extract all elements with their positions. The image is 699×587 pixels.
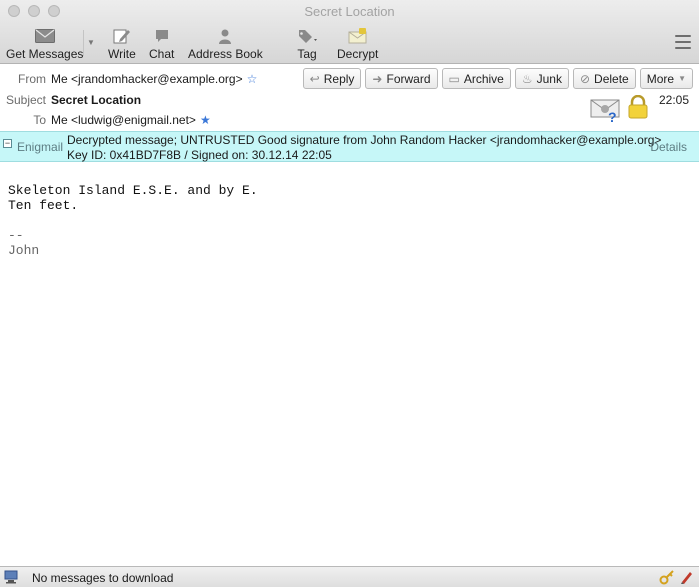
enigmail-line-1: Decrypted message; UNTRUSTED Good signat… xyxy=(67,133,662,147)
get-messages-dropdown-icon[interactable]: ▼ xyxy=(87,38,95,47)
forward-button[interactable]: ➜ Forward xyxy=(365,68,438,89)
enigmail-message: Decrypted message; UNTRUSTED Good signat… xyxy=(67,133,661,163)
reply-arrow-icon: ↩ xyxy=(309,71,320,86)
to-label: To xyxy=(33,113,46,127)
from-row: From Me <jrandomhacker@example.org> ☆ xyxy=(0,72,257,86)
from-label: From xyxy=(18,72,46,86)
flame-icon: ♨ xyxy=(521,71,533,86)
svg-text:?: ? xyxy=(608,109,617,123)
status-bar: No messages to download xyxy=(0,566,699,587)
address-book-label: Address Book xyxy=(188,47,263,61)
chat-label: Chat xyxy=(149,47,175,61)
decrypt-label: Decrypt xyxy=(337,47,379,61)
tag-button[interactable]: Tag xyxy=(296,24,318,62)
forward-arrow-icon: ➜ xyxy=(372,71,383,86)
from-value[interactable]: Me <jrandomhacker@example.org> xyxy=(51,72,243,86)
to-value[interactable]: Me <ludwig@enigmail.net> xyxy=(51,113,196,127)
body-line: Ten feet. xyxy=(8,198,79,213)
pen-sign-icon[interactable] xyxy=(679,569,695,585)
message-time: 22:05 xyxy=(659,93,690,107)
archive-button[interactable]: ▭ Archive xyxy=(441,68,511,89)
junk-label: Junk xyxy=(536,71,562,86)
get-messages-label: Get Messages xyxy=(6,47,84,61)
chevron-down-icon: ▼ xyxy=(678,74,686,83)
toolbar-separator xyxy=(83,30,84,56)
person-icon xyxy=(214,27,236,45)
delete-label: Delete xyxy=(594,71,629,86)
network-computer-icon[interactable] xyxy=(4,570,20,584)
to-row: To Me <ludwig@enigmail.net> ★ xyxy=(0,113,211,127)
address-book-button[interactable]: Address Book xyxy=(188,24,263,62)
get-messages-button[interactable]: Get Messages xyxy=(6,24,83,62)
signature-text: John xyxy=(8,243,40,258)
pencil-icon xyxy=(111,27,133,45)
window-chrome: Secret Location Get Messages ▼ Write Cha… xyxy=(0,0,699,64)
message-header: From Me <jrandomhacker@example.org> ☆ Su… xyxy=(0,65,699,131)
enigmail-label: Enigmail xyxy=(17,140,64,154)
forward-label: Forward xyxy=(386,71,431,86)
junk-button[interactable]: ♨ Junk xyxy=(514,68,569,89)
decrypt-button[interactable]: Decrypt xyxy=(337,24,378,62)
chat-button[interactable]: Chat xyxy=(149,24,174,62)
encrypted-lock-icon[interactable] xyxy=(627,95,649,119)
body-line: Skeleton Island E.S.E. and by E. xyxy=(8,183,258,198)
archive-label: Archive xyxy=(463,71,504,86)
tag-label: Tag xyxy=(297,47,317,61)
decrypt-envelope-icon xyxy=(347,27,369,45)
reply-button[interactable]: ↩ Reply xyxy=(302,68,362,89)
tag-icon xyxy=(296,27,318,45)
delete-circle-icon: ⊘ xyxy=(579,71,591,86)
more-label: More xyxy=(646,71,675,86)
subject-value: Secret Location xyxy=(51,93,142,107)
enigmail-status-bar: − Enigmail Decrypted message; UNTRUSTED … xyxy=(0,131,699,162)
key-icon[interactable] xyxy=(659,569,675,585)
message-actions: ↩ Reply ➜ Forward ▭ Archive ♨ Junk ⊘ Del… xyxy=(302,68,693,89)
write-label: Write xyxy=(108,47,136,61)
window-title: Secret Location xyxy=(304,4,395,19)
subject-row: Subject Secret Location xyxy=(0,93,141,107)
collapse-toggle-icon[interactable]: − xyxy=(3,139,12,148)
contact-star-icon[interactable]: ★ xyxy=(200,113,211,127)
delete-button[interactable]: ⊘ Delete xyxy=(572,68,636,89)
app-menu-icon[interactable] xyxy=(675,35,691,49)
add-contact-star-icon[interactable]: ☆ xyxy=(247,72,258,86)
write-button[interactable]: Write xyxy=(108,24,136,62)
archive-box-icon: ▭ xyxy=(448,71,460,86)
message-body: Skeleton Island E.S.E. and by E. Ten fee… xyxy=(8,183,258,258)
signature-separator: -- xyxy=(8,228,24,243)
more-button[interactable]: More ▼ xyxy=(639,68,693,89)
body-blank-line xyxy=(8,213,258,228)
main-toolbar: Get Messages ▼ Write Chat Address Book T… xyxy=(0,24,699,62)
envelope-icon xyxy=(34,27,56,45)
enigmail-line-2: Key ID: 0x41BD7F8B / Signed on: 30.12.14… xyxy=(67,148,332,162)
status-text: No messages to download xyxy=(32,571,174,585)
enigmail-details-button[interactable]: Details xyxy=(650,140,687,154)
status-right-icons xyxy=(659,569,695,585)
subject-label: Subject xyxy=(5,93,46,107)
reply-label: Reply xyxy=(323,71,355,86)
chat-bubble-icon xyxy=(151,27,173,45)
